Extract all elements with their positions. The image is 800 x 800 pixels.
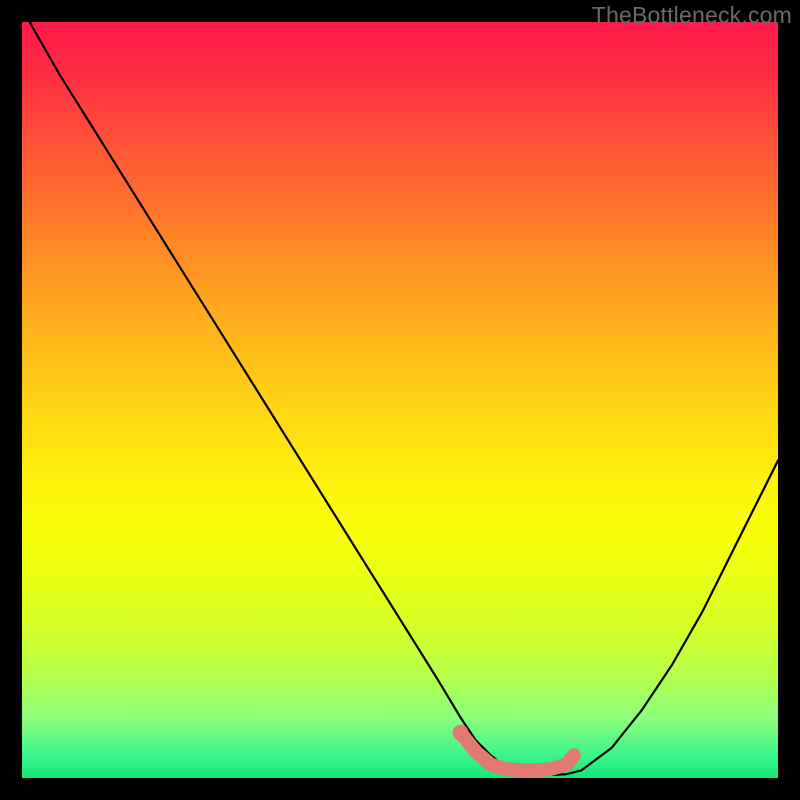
chart-frame: TheBottleneck.com: [0, 0, 800, 800]
chart-svg: [22, 22, 778, 778]
highlight-start-dot: [453, 725, 469, 741]
plot-area: [22, 22, 778, 778]
highlight-region-path: [461, 733, 574, 771]
bottleneck-curve-path: [30, 22, 778, 775]
